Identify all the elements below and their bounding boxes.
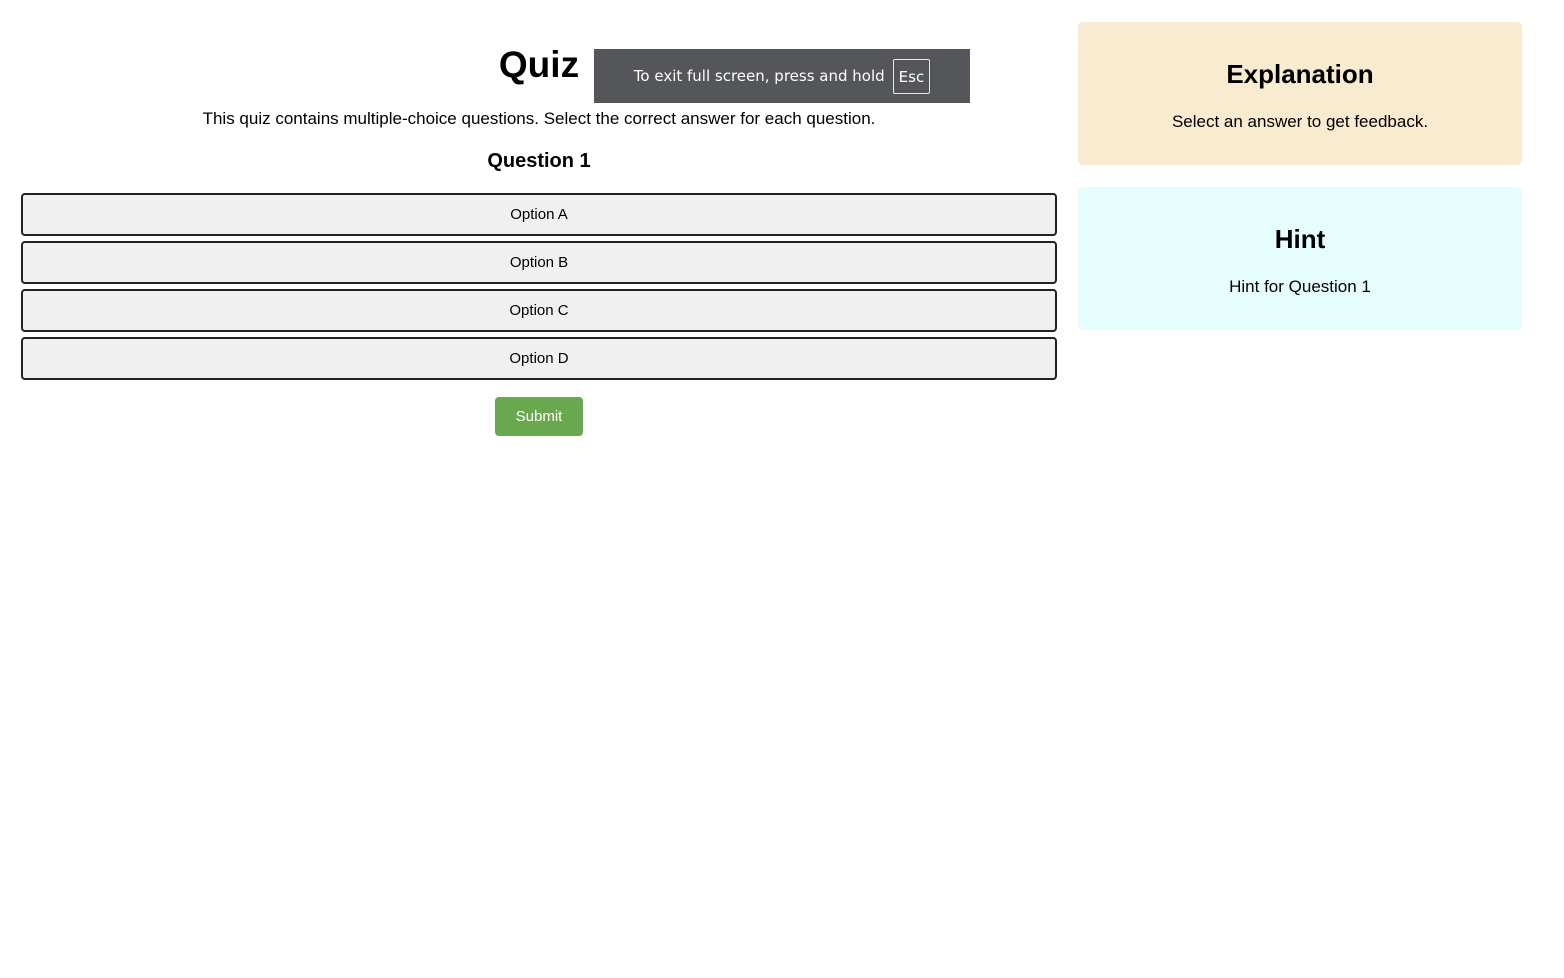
option-c-button[interactable]: Option C <box>21 289 1057 332</box>
explanation-title: Explanation <box>1226 59 1374 89</box>
hint-panel: Hint Hint for Question 1 <box>1078 187 1522 330</box>
fullscreen-exit-notice: To exit full screen, press and hold Esc <box>594 49 970 103</box>
option-b-button[interactable]: Option B <box>21 241 1057 284</box>
explanation-text: Select an answer to get feedback. <box>1171 112 1429 131</box>
explanation-panel: Explanation Select an answer to get feed… <box>1078 22 1522 165</box>
options-list: Option A Option B Option C Option D <box>21 193 1057 385</box>
page: Quiz This quiz contains multiple-choice … <box>0 0 1564 978</box>
hint-text: Hint for Question 1 <box>1229 277 1371 296</box>
option-d-button[interactable]: Option D <box>21 337 1057 380</box>
submit-button[interactable]: Submit <box>495 397 583 436</box>
fullscreen-notice-text: To exit full screen, press and hold <box>633 67 885 85</box>
option-a-button[interactable]: Option A <box>21 193 1057 236</box>
hint-title: Hint <box>1274 224 1326 254</box>
esc-key-badge: Esc <box>892 58 931 94</box>
question-title: Question 1 <box>487 150 591 172</box>
quiz-intro: This quiz contains multiple-choice quest… <box>202 109 876 128</box>
